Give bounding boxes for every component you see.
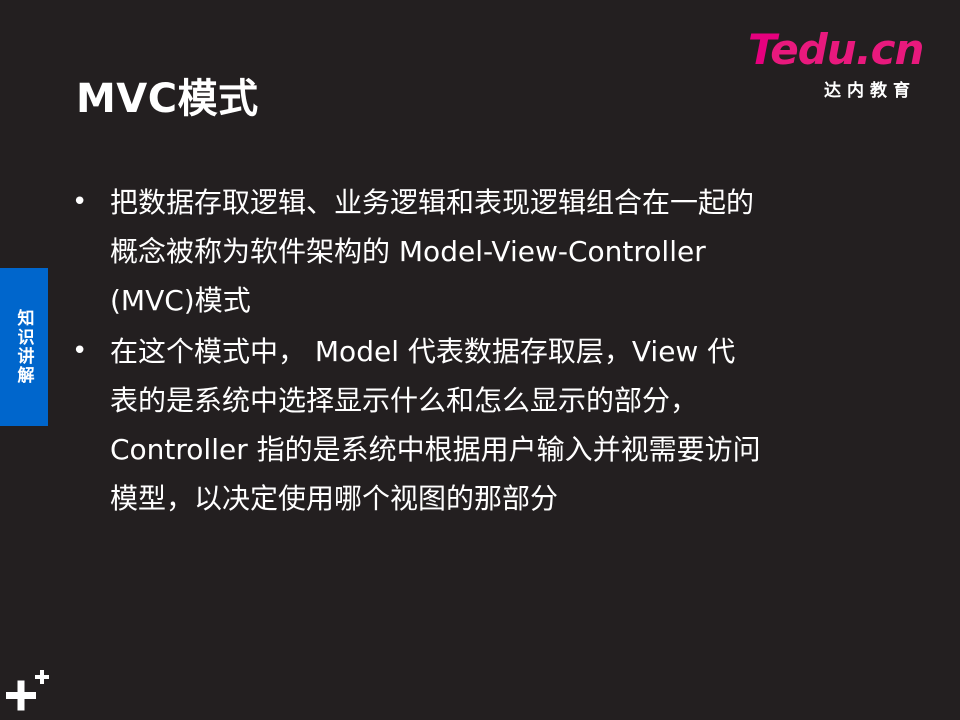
slide: MVC模式 Tedu.cn 达内教育 知识讲解 • 把数据存取逻辑、业务逻辑和表… — [0, 0, 960, 720]
bullet-list: • 把数据存取逻辑、业务逻辑和表现逻辑组合在一起的 概念被称为软件架构的 Mod… — [72, 178, 862, 525]
logo-wordmark-rest: edu.cn — [770, 25, 924, 74]
bullet-line: 在这个模式中， Model 代表数据存取层，View 代 — [110, 335, 736, 368]
bullet-line: 模型，以决定使用哪个视图的那部分 — [110, 482, 559, 515]
logo-subtitle: 达内教育 — [824, 81, 916, 101]
bullet-line: (MVC)模式 — [110, 284, 251, 317]
slide-title: MVC模式 — [76, 76, 259, 122]
bullet-line: 表的是系统中选择显示什么和怎么显示的部分， — [110, 384, 699, 417]
bullet-item: • 把数据存取逻辑、业务逻辑和表现逻辑组合在一起的 概念被称为软件架构的 Mod… — [72, 178, 862, 325]
bullet-line: 把数据存取逻辑、业务逻辑和表现逻辑组合在一起的 — [110, 186, 755, 219]
bullet-item: • 在这个模式中， Model 代表数据存取层，View 代 表的是系统中选择显… — [72, 327, 862, 523]
logo-wordmark: Tedu.cn — [748, 25, 924, 74]
side-tab: 知识讲解 — [0, 268, 48, 426]
bullet-dot: • — [72, 187, 88, 217]
plus-icon — [6, 670, 52, 714]
side-tab-label: 知识讲解 — [13, 309, 34, 385]
bullet-dot: • — [72, 336, 88, 366]
logo-letter-t: T — [748, 25, 771, 74]
tedu-logo: Tedu.cn 达内教育 — [748, 25, 928, 102]
bullet-line: Controller 指的是系统中根据用户输入并视需要访问 — [110, 433, 761, 466]
bullet-line: 概念被称为软件架构的 Model-View-Controller — [110, 235, 706, 268]
